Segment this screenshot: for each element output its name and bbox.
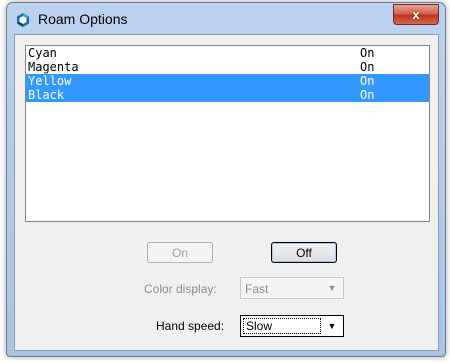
hand-speed-value: Slow <box>243 318 321 334</box>
app-icon <box>17 13 29 27</box>
off-button[interactable]: Off <box>271 242 337 263</box>
window-title: Roam Options <box>38 11 128 27</box>
list-item-selected[interactable]: Black On <box>26 88 429 102</box>
color-display-select[interactable]: Fast ▼ <box>240 277 344 299</box>
chevron-down-icon: ▼ <box>327 321 337 331</box>
list-item-state: On <box>360 74 375 88</box>
list-item-name: Magenta <box>28 60 79 74</box>
title-bar[interactable]: Roam Options x <box>7 3 445 35</box>
dialog-client-area: Cyan On Magenta On Yellow On Black On On… <box>14 34 439 351</box>
list-item[interactable]: Cyan On <box>26 46 429 60</box>
list-item-state: On <box>360 46 375 60</box>
list-item[interactable]: Magenta On <box>26 60 429 74</box>
color-list[interactable]: Cyan On Magenta On Yellow On Black On <box>25 45 430 222</box>
color-display-value: Fast <box>245 282 269 296</box>
close-button[interactable]: x <box>393 4 439 25</box>
list-item-state: On <box>360 60 375 74</box>
roam-options-dialog: Roam Options x Cyan On Magenta On Yellow… <box>6 2 446 357</box>
list-item-selected[interactable]: Yellow On <box>26 74 429 88</box>
chevron-down-icon: ▼ <box>327 283 337 293</box>
on-button[interactable]: On <box>147 242 213 263</box>
list-item-name: Yellow <box>28 74 72 88</box>
close-icon: x <box>412 7 420 22</box>
list-item-state: On <box>360 88 375 102</box>
hand-speed-select[interactable]: Slow ▼ <box>240 315 344 337</box>
hand-speed-label: Hand speed: <box>156 319 225 333</box>
color-display-label: Color display: <box>144 282 217 296</box>
list-item-name: Cyan <box>28 46 57 60</box>
list-item-name: Black <box>28 88 65 102</box>
